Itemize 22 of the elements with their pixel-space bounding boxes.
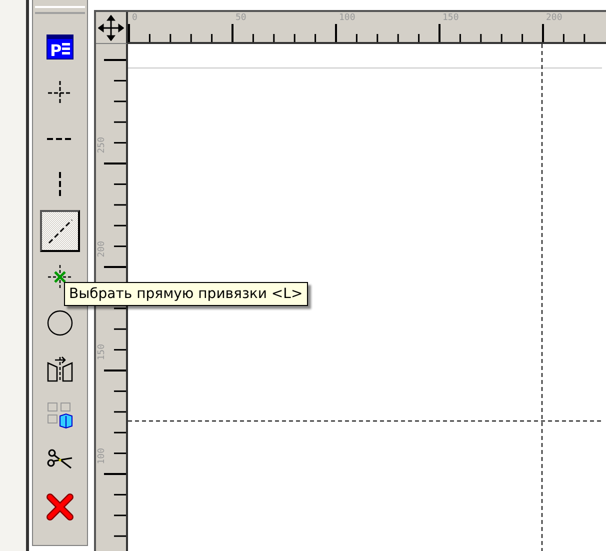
ruler-label: 0 — [132, 13, 138, 23]
ruler-label: 50 — [236, 13, 246, 23]
ruler-label: 150 — [97, 344, 107, 360]
dashed-horizontal-line-icon — [47, 138, 73, 140]
ruler-corner[interactable] — [96, 12, 128, 44]
tool-button[interactable]: P — [40, 26, 80, 68]
ruler-label: 200 — [97, 240, 107, 257]
page-icon: P — [45, 32, 75, 62]
dashed-vertical-line-icon — [59, 172, 61, 198]
move-icon — [98, 14, 124, 40]
toolbar-grip[interactable] — [35, 6, 85, 14]
ruler-label: 150 — [442, 13, 459, 23]
ruler-label: 250 — [97, 137, 107, 154]
ruler-label: 100 — [339, 13, 356, 23]
ruler-label: 200 — [546, 13, 562, 23]
mirror-icon — [45, 354, 75, 384]
grid-cube-icon — [45, 400, 75, 430]
tool-button[interactable] — [40, 210, 80, 252]
circle-icon — [45, 308, 75, 338]
ruler-label: 100 — [97, 448, 107, 464]
delete-icon — [45, 492, 75, 522]
tooltip: Выбрать прямую привязки <L> — [64, 282, 308, 306]
